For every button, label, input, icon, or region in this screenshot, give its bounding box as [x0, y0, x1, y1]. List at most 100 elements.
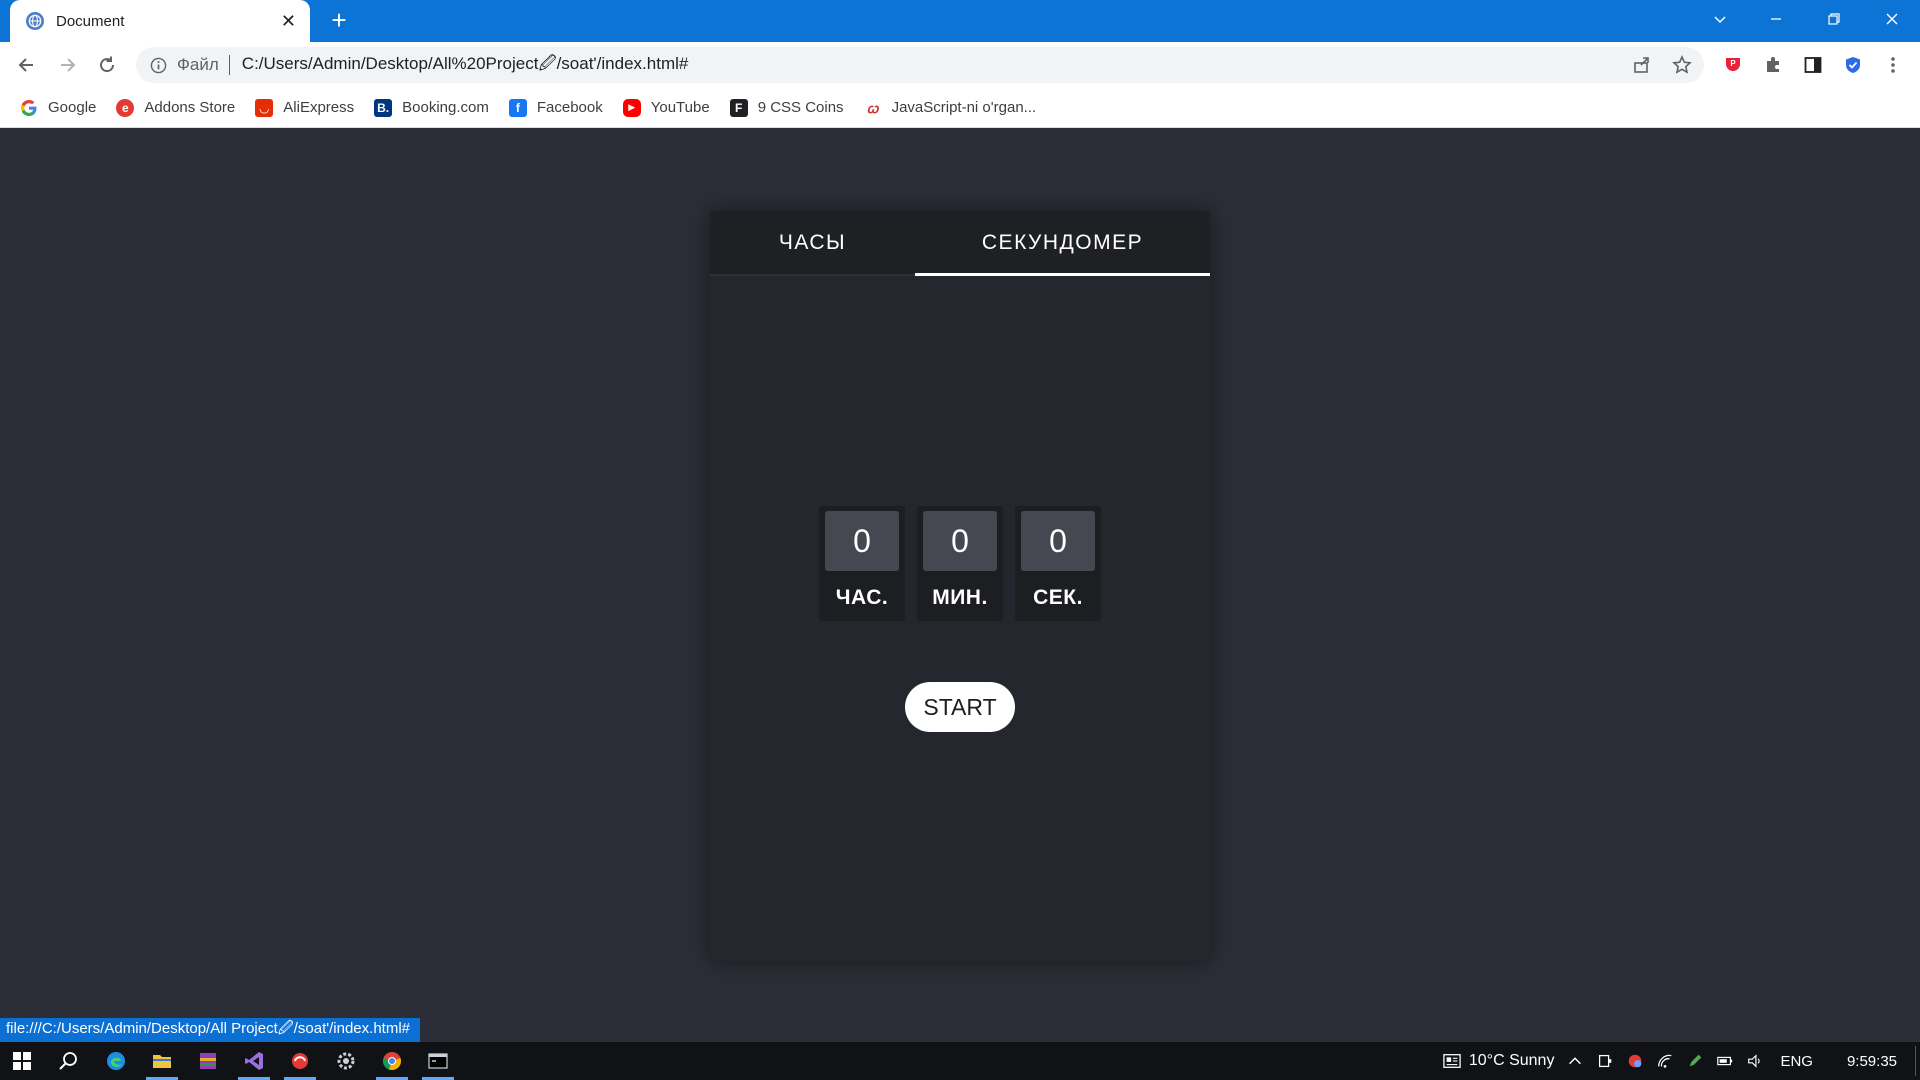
- bookmark-aliexpress[interactable]: ◡ AliExpress: [255, 98, 354, 117]
- volume-control[interactable]: [1746, 1052, 1764, 1070]
- globe-icon: [26, 12, 44, 30]
- browser-toolbar: Файл C:/Users/Admin/Desktop/All%20Projec…: [0, 42, 1920, 88]
- battery-status[interactable]: [1716, 1052, 1734, 1070]
- seconds-label: СЕК.: [1033, 586, 1083, 609]
- red-app-icon: [1629, 1054, 1642, 1068]
- address-bar[interactable]: Файл C:/Users/Admin/Desktop/All%20Projec…: [136, 47, 1704, 83]
- minutes-value: 0: [923, 511, 997, 571]
- close-window-button[interactable]: [1864, 0, 1920, 38]
- bookmark-label: JavaScript-ni o'rgan...: [891, 99, 1037, 116]
- css-coins-icon: F: [729, 98, 748, 117]
- bookmark-youtube[interactable]: ▶ YouTube: [622, 98, 710, 117]
- link-status-bar: file:///C:/Users/Admin/Desktop/All Proje…: [0, 1018, 420, 1042]
- kebab-menu-icon[interactable]: [1882, 54, 1904, 76]
- bookmark-label: YouTube: [650, 99, 710, 116]
- battery-icon: [1717, 1056, 1733, 1066]
- taskbar-chrome[interactable]: [370, 1042, 414, 1080]
- bookmark-label: Google: [48, 99, 97, 116]
- visual-studio-icon: [245, 1052, 263, 1070]
- hours-value: 0: [825, 511, 899, 571]
- tab-search-chevron-icon[interactable]: [1692, 0, 1748, 38]
- taskbar-edge[interactable]: [94, 1042, 138, 1080]
- bookmark-star-icon[interactable]: [1672, 55, 1692, 75]
- tab-stopwatch[interactable]: СЕКУНДОМЕР: [915, 211, 1210, 276]
- speaker-icon: [1748, 1054, 1761, 1068]
- chevron-up-icon: [1569, 1057, 1582, 1065]
- news-icon: [1443, 1054, 1461, 1068]
- bookmark-facebook[interactable]: f Facebook: [508, 98, 603, 117]
- show-desktop-divider[interactable]: [1915, 1046, 1916, 1076]
- clock[interactable]: 9:59:35: [1847, 1053, 1897, 1070]
- pen-icon: [1690, 1054, 1702, 1067]
- bookmark-addons-store[interactable]: e Addons Store: [116, 98, 236, 117]
- forward-button[interactable]: [52, 50, 82, 80]
- taskbar-terminal[interactable]: [416, 1042, 460, 1080]
- new-tab-button[interactable]: +: [326, 7, 352, 34]
- wifi-icon: [1658, 1054, 1672, 1068]
- bookmarks-bar: Google e Addons Store ◡ AliExpress B. Bo…: [0, 88, 1920, 128]
- extensions-puzzle-icon[interactable]: [1762, 54, 1784, 76]
- chrome-icon: [382, 1052, 402, 1071]
- youtube-icon: ▶: [622, 98, 641, 117]
- facebook-icon: f: [508, 98, 527, 117]
- javascript-icon: ꞷ: [863, 98, 882, 117]
- back-button[interactable]: [12, 50, 42, 80]
- bookmark-label: Booking.com: [402, 99, 489, 116]
- taskbar-red-app[interactable]: [278, 1042, 322, 1080]
- info-icon[interactable]: [150, 57, 167, 74]
- start-button[interactable]: START: [905, 682, 1015, 732]
- taskbar-gear-app[interactable]: [324, 1042, 368, 1080]
- minimize-button[interactable]: [1748, 0, 1804, 38]
- show-hidden-icons-button[interactable]: [1566, 1052, 1584, 1070]
- aliexpress-icon: ◡: [255, 98, 274, 117]
- share-icon[interactable]: [1632, 55, 1652, 75]
- omnibox-separator: [228, 55, 230, 75]
- taskbar-winrar[interactable]: [186, 1042, 230, 1080]
- restore-button[interactable]: [1806, 0, 1862, 38]
- language-indicator[interactable]: ENG: [1780, 1053, 1813, 1070]
- minutes-unit: 0 МИН.: [917, 506, 1003, 621]
- bookmark-label: Facebook: [536, 99, 603, 116]
- terminal-icon: [428, 1053, 448, 1069]
- bookmark-booking[interactable]: B. Booking.com: [374, 98, 489, 117]
- taskbar-file-explorer[interactable]: [140, 1042, 184, 1080]
- bookmark-google[interactable]: Google: [20, 99, 96, 117]
- tray-app-icon[interactable]: [1626, 1052, 1644, 1070]
- pocket-extension-icon[interactable]: P: [1722, 54, 1744, 76]
- weather-text: 10°C Sunny: [1468, 1052, 1555, 1069]
- page-viewport: ЧАСЫ СЕКУНДОМЕР 0 ЧАС. 0 МИН. 0 СЕК. STA…: [0, 129, 1920, 1042]
- edge-icon: [107, 1052, 125, 1070]
- tray-device-icon[interactable]: [1596, 1052, 1614, 1070]
- bookmark-label: Addons Store: [144, 99, 236, 116]
- network-status[interactable]: [1656, 1052, 1674, 1070]
- gear-icon: [337, 1052, 355, 1070]
- system-tray: 10°C Sunny ENG 9:59:35: [1431, 1042, 1920, 1080]
- seconds-unit: 0 СЕК.: [1015, 506, 1101, 621]
- hours-unit: 0 ЧАС.: [819, 506, 905, 621]
- shield-extension-icon[interactable]: [1842, 54, 1864, 76]
- hours-label: ЧАС.: [835, 586, 889, 609]
- bookmark-css-coins[interactable]: F 9 CSS Coins: [729, 98, 844, 117]
- browser-tab-document[interactable]: Document ✕: [10, 0, 310, 42]
- reload-button[interactable]: [92, 50, 122, 80]
- tab-clock[interactable]: ЧАСЫ: [710, 211, 915, 274]
- search-icon: [59, 1052, 77, 1070]
- weather-widget[interactable]: 10°C Sunny: [1443, 1052, 1555, 1070]
- tray-pen-icon[interactable]: [1686, 1052, 1704, 1070]
- back-arrow-icon: [18, 58, 33, 72]
- addons-store-icon: e: [116, 98, 135, 117]
- search-button[interactable]: [46, 1042, 90, 1080]
- bookmark-javascript[interactable]: ꞷ JavaScript-ni o'rgan...: [863, 98, 1037, 117]
- stopwatch-display: 0 ЧАС. 0 МИН. 0 СЕК.: [819, 506, 1101, 621]
- url-text[interactable]: C:/Users/Admin/Desktop/All%20Project🖉/so…: [242, 51, 689, 80]
- scheme-label: Файл: [177, 55, 219, 74]
- close-tab-icon[interactable]: ✕: [281, 12, 296, 30]
- app-tabs: ЧАСЫ СЕКУНДОМЕР: [710, 211, 1210, 276]
- bookmark-label: 9 CSS Coins: [757, 99, 844, 116]
- start-menu-button[interactable]: [0, 1042, 44, 1080]
- google-icon: [20, 99, 38, 117]
- side-panel-icon[interactable]: [1802, 54, 1824, 76]
- taskbar-visual-studio[interactable]: [232, 1042, 276, 1080]
- tab-title: Document: [56, 12, 125, 30]
- windows-taskbar: 10°C Sunny ENG 9:59:35: [0, 1042, 1920, 1080]
